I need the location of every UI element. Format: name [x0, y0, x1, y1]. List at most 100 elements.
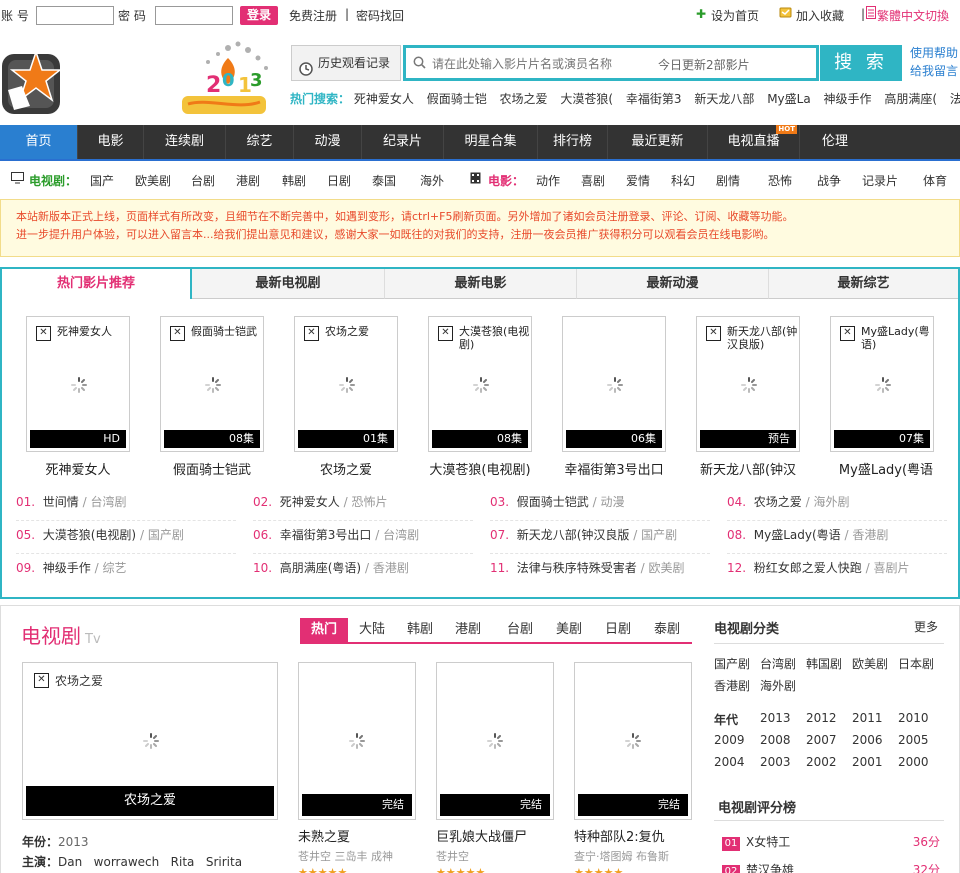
movie-card[interactable]: ✕ 大漠苍狼(电视剧) 08集: [428, 316, 532, 452]
tv-category-link[interactable]: 国产剧: [714, 655, 750, 672]
movie-cat[interactable]: 战争: [817, 172, 841, 189]
tv-cat[interactable]: 韩剧: [282, 172, 306, 189]
movie-cat[interactable]: 科幻: [671, 172, 695, 189]
tv-name[interactable]: 未熟之夏: [298, 826, 350, 845]
nav-movie[interactable]: 电影: [78, 125, 144, 159]
movie-cat[interactable]: 剧情: [716, 172, 740, 189]
rank-item[interactable]: 06. 幸福街第3号出口 / 台湾剧: [253, 526, 473, 554]
movie-cat[interactable]: 爱情: [626, 172, 650, 189]
movie-card[interactable]: ✕ My盛Lady(粤语) 07集: [830, 316, 934, 452]
hot-search-item[interactable]: 幸福街第3: [626, 92, 682, 106]
nav-series[interactable]: 连续剧: [144, 125, 226, 159]
tv-cat[interactable]: 日剧: [327, 172, 351, 189]
nav-documentary[interactable]: 纪录片: [362, 125, 444, 159]
year-link[interactable]: 2009: [714, 733, 745, 747]
tv-name[interactable]: 特种部队2:复仇: [574, 826, 665, 845]
rank-item[interactable]: 07. 新天龙八部(钟汉良版 / 国产剧: [490, 526, 710, 554]
tv-category-link[interactable]: 香港剧: [714, 677, 750, 694]
nav-stars[interactable]: 明星合集: [444, 125, 538, 159]
year-link[interactable]: 2012: [806, 711, 837, 725]
tv-cat[interactable]: 国产: [90, 172, 114, 189]
tab-latest-variety[interactable]: 最新综艺: [769, 269, 958, 299]
year-link[interactable]: 2001: [852, 755, 883, 769]
rank-item[interactable]: 05. 大漠苍狼(电视剧) / 国产剧: [16, 526, 236, 554]
rank-item[interactable]: 12. 粉红女郎之爱人快跑 / 喜剧片: [727, 559, 947, 587]
rank-item[interactable]: 11. 法律与秩序特殊受害者 / 欧美剧: [490, 559, 710, 587]
rank-item[interactable]: 02. 死神爱女人 / 恐怖片: [253, 493, 473, 521]
nav-variety[interactable]: 综艺: [226, 125, 294, 159]
search-input[interactable]: [432, 55, 652, 73]
year-link[interactable]: 2005: [898, 733, 929, 747]
rank-item[interactable]: 04. 农场之爱 / 海外剧: [727, 493, 947, 521]
tv-category-link[interactable]: 海外剧: [760, 677, 796, 694]
year-link[interactable]: 2000: [898, 755, 929, 769]
tv-category-link[interactable]: 日本剧: [898, 655, 934, 672]
tab-latest-anime[interactable]: 最新动漫: [577, 269, 769, 299]
year-link[interactable]: 2006: [852, 733, 883, 747]
register-link[interactable]: 免费注册: [289, 7, 337, 24]
hot-search-item[interactable]: 神级手作: [824, 92, 872, 106]
year-link[interactable]: 2008: [760, 733, 791, 747]
year-link[interactable]: 2003: [760, 755, 791, 769]
more-link[interactable]: 更多: [914, 618, 938, 635]
set-home-link[interactable]: 设为首页: [711, 7, 759, 24]
rank-item[interactable]: 08. My盛Lady(粤语 / 香港剧: [727, 526, 947, 554]
nav-ethics[interactable]: 伦理: [800, 125, 870, 159]
add-favorite-link[interactable]: 加入收藏: [796, 7, 844, 24]
movie-cat[interactable]: 动作: [536, 172, 560, 189]
hot-search-item[interactable]: 死神爱女人: [354, 92, 414, 106]
year-link[interactable]: 2002: [806, 755, 837, 769]
hot-search-item[interactable]: 大漠苍狼(: [560, 92, 613, 106]
rating-rank-item[interactable]: 01 X女特工 36分: [722, 833, 944, 851]
account-input[interactable]: [36, 6, 114, 25]
tv-cat[interactable]: 欧美剧: [135, 172, 171, 189]
nav-recent[interactable]: 最近更新: [608, 125, 708, 159]
message-link[interactable]: 给我留言: [910, 62, 960, 80]
rank-item[interactable]: 10. 高朋满座(粤语) / 香港剧: [253, 559, 473, 587]
featured-tv-card[interactable]: ✕ 农场之爱 农场之爱: [22, 662, 278, 820]
movie-cat[interactable]: 喜剧: [581, 172, 605, 189]
tab-hot-tv[interactable]: 热门: [300, 618, 348, 642]
year-link[interactable]: 2007: [806, 733, 837, 747]
movie-cat[interactable]: 记录片: [862, 172, 898, 189]
site-logo[interactable]: [0, 46, 72, 122]
tv-cat[interactable]: 港剧: [236, 172, 260, 189]
movie-title[interactable]: 大漠苍狼(电视剧): [420, 459, 540, 478]
hot-search-item[interactable]: 法律与: [950, 92, 960, 106]
tv-category-link[interactable]: 台湾剧: [760, 655, 796, 672]
tab-latest-tv[interactable]: 最新电视剧: [192, 269, 385, 299]
tv-cat[interactable]: 泰国: [372, 172, 396, 189]
rank-item[interactable]: 09. 神级手作 / 综艺: [16, 559, 236, 587]
movie-card[interactable]: ✕ 死神爱女人 HD: [26, 316, 130, 452]
rank-item[interactable]: 03. 假面骑士铠武 / 动漫: [490, 493, 710, 521]
hot-search-item[interactable]: 假面骑士铠: [427, 92, 487, 106]
hot-search-item[interactable]: 高朋满座(: [884, 92, 937, 106]
tab-hongkong[interactable]: 港剧: [444, 618, 492, 642]
tab-latest-movie[interactable]: 最新电影: [385, 269, 577, 299]
movie-title[interactable]: 农场之爱: [286, 459, 406, 478]
movie-title[interactable]: 假面骑士铠武: [152, 459, 272, 478]
tv-card[interactable]: 完结: [298, 662, 416, 820]
year-link[interactable]: 2004: [714, 755, 745, 769]
rating-rank-item[interactable]: 02 楚汉争雄 32分: [722, 861, 944, 873]
movie-title[interactable]: 新天龙八部(钟汉: [688, 459, 808, 478]
tv-card[interactable]: 完结: [436, 662, 554, 820]
tv-name[interactable]: 巨乳娘大战僵尸: [436, 826, 527, 845]
nav-anime[interactable]: 动漫: [294, 125, 362, 159]
hot-search-item[interactable]: 新天龙八部: [694, 92, 754, 106]
history-button[interactable]: 历史观看记录: [291, 45, 401, 81]
tab-mainland[interactable]: 大陆: [348, 618, 396, 642]
tab-korean[interactable]: 韩剧: [396, 618, 444, 642]
nav-home[interactable]: 首页: [0, 125, 78, 159]
year-link[interactable]: 2011: [852, 711, 883, 725]
nav-live-tv[interactable]: 电视直播 HOT: [708, 125, 800, 159]
movie-card[interactable]: ✕ 假面骑士铠武 08集: [160, 316, 264, 452]
movie-title[interactable]: My盛Lady(粤语: [822, 459, 950, 478]
tab-us[interactable]: 美剧: [545, 618, 593, 642]
tab-hot[interactable]: 热门影片推荐: [2, 269, 192, 299]
tab-japan[interactable]: 日剧: [594, 618, 642, 642]
tv-card[interactable]: 完结: [574, 662, 692, 820]
nav-ranking[interactable]: 排行榜: [538, 125, 608, 159]
tab-taiwan[interactable]: 台剧: [496, 618, 544, 642]
tv-cat[interactable]: 海外: [420, 172, 444, 189]
